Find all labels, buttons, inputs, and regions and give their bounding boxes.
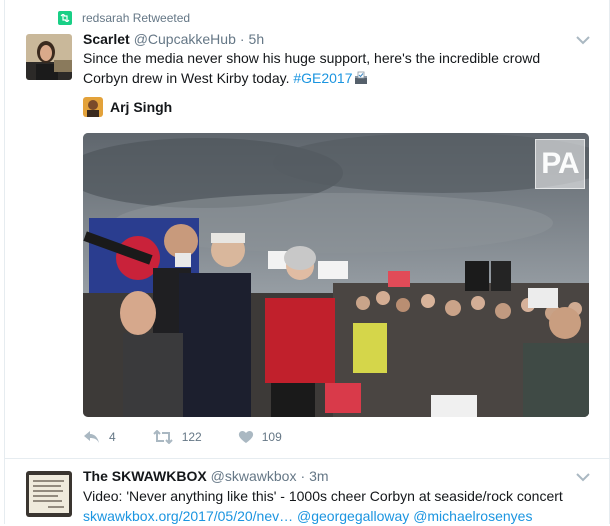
mention-link[interactable]: @michaelrosenyes [413,508,532,524]
heart-icon [238,431,253,443]
tweet-text-line: skwawkbox.org/2017/05/20/nev… @georgegal… [83,506,603,526]
avatar[interactable] [26,34,72,80]
tweet-header: Scarlet @CupcakkeHub · 5h [83,31,264,47]
tweet-divider [4,458,610,459]
tweet-timestamp[interactable]: 3m [309,468,328,484]
media-author-avatar [83,97,103,117]
tweet-text-line: Video: 'Never anything like this' - 1000… [83,488,563,504]
pa-watermark: PA [535,139,585,189]
retweet-count: 122 [181,430,202,444]
chevron-down-icon[interactable] [576,35,590,45]
retweet-context-text[interactable]: redsarah Retweeted [82,11,190,25]
user-handle[interactable]: @skwawkbox [211,468,297,484]
rally-photo [83,133,589,417]
reply-icon [84,431,99,443]
tweet-text-line: Since the media never show his huge supp… [83,50,541,66]
tweet-timestamp[interactable]: 5h [249,31,265,47]
display-name[interactable]: Scarlet [83,31,130,47]
tweet-text-line: Corbyn drew in West Kirby today. #GE2017 [83,68,583,88]
avatar[interactable] [26,471,72,517]
tweet-actions: 4 122 109 [83,430,318,444]
timeline-border-left [4,0,5,524]
tweet-header: The SKWAWKBOX @skwawkbox · 3m [83,468,329,484]
retweet-context: redsarah Retweeted [58,10,190,26]
display-name[interactable]: The SKWAWKBOX [83,468,207,484]
retweet-button[interactable]: 122 [152,430,202,444]
user-handle[interactable]: @CupcakkeHub [134,31,236,47]
like-button[interactable]: 109 [238,430,282,444]
ballot-box-icon [354,70,368,84]
video-player[interactable]: PA [83,133,589,417]
media-author-name: Arj Singh [110,99,173,115]
separator-dot: · [300,468,306,484]
chevron-down-icon[interactable] [576,472,590,482]
hashtag-link[interactable]: #GE2017 [293,70,352,86]
media-author[interactable]: Arj Singh [83,97,172,117]
reply-button[interactable]: 4 [83,430,116,444]
separator-dot: · [239,31,245,47]
mention-link[interactable]: @georgegalloway [297,508,409,524]
reply-count: 4 [109,430,116,444]
retweet-icon [58,11,72,25]
retweet-icon [152,430,173,444]
external-link[interactable]: skwawkbox.org/2017/05/20/nev… [83,508,293,524]
tweet-text-fragment: Corbyn drew in West Kirby today. [83,70,294,86]
like-count: 109 [261,430,282,444]
tweet-text: Since the media never show his huge supp… [83,48,583,88]
tweet-text: Video: 'Never anything like this' - 1000… [83,486,603,526]
